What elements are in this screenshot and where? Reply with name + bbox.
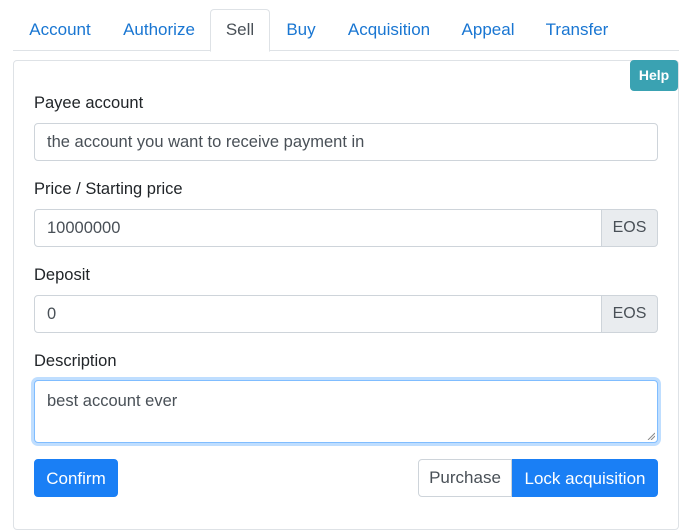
description-textarea[interactable]: best account ever <box>34 380 658 443</box>
purchase-button[interactable]: Purchase <box>418 459 512 497</box>
deposit-input[interactable]: 0 <box>34 295 602 333</box>
tab-appeal[interactable]: Appeal <box>453 9 523 51</box>
tab-buy[interactable]: Buy <box>275 9 327 51</box>
deposit-label: Deposit <box>34 266 90 284</box>
payee-account-input[interactable]: the account you want to receive payment … <box>34 123 658 161</box>
tab-authorize[interactable]: Authorize <box>111 9 207 51</box>
payee-account-label: Payee account <box>34 94 144 112</box>
deposit-unit-addon: EOS <box>601 295 658 333</box>
price-label: Price / Starting price <box>34 180 183 198</box>
tab-bar: Account Authorize Sell Buy Acquisition A… <box>13 9 679 52</box>
tab-account[interactable]: Account <box>13 9 107 51</box>
tab-acquisition[interactable]: Acquisition <box>337 9 441 51</box>
price-unit-addon: EOS <box>601 209 658 247</box>
tab-transfer[interactable]: Transfer <box>535 9 619 51</box>
tab-sell[interactable]: Sell <box>210 9 270 52</box>
resize-grip-icon[interactable] <box>647 432 655 440</box>
confirm-button[interactable]: Confirm <box>34 459 118 497</box>
description-label: Description <box>34 352 117 370</box>
lock-acquisition-button[interactable]: Lock acquisition <box>512 459 658 497</box>
price-input[interactable]: 10000000 <box>34 209 602 247</box>
description-text: best account ever <box>47 392 178 410</box>
help-button[interactable]: Help <box>630 60 678 91</box>
